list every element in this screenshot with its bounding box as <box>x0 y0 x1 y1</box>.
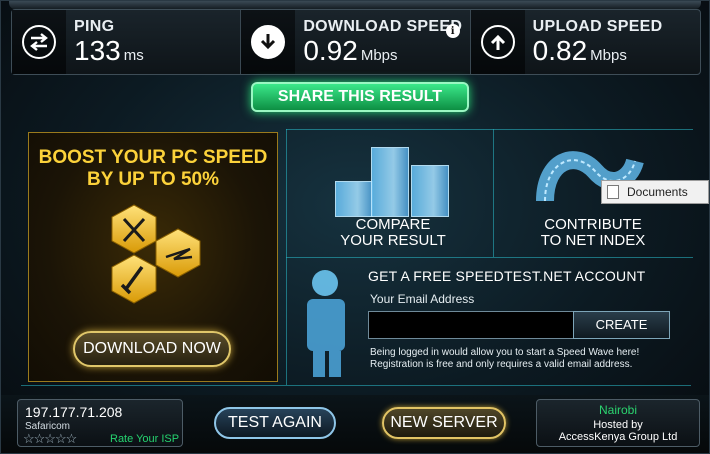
grid-divider <box>286 129 693 130</box>
account-signup-panel: GET A FREE SPEEDTEST.NET ACCOUNT Your Em… <box>295 259 695 383</box>
download-stat: DOWNLOAD SPEED 0.92 Mbps i <box>241 10 471 74</box>
rate-isp-link[interactable]: Rate Your ISP <box>110 433 179 445</box>
contribute-caption: CONTRIBUTE TO NET INDEX <box>495 217 691 249</box>
download-text: DOWNLOAD SPEED 0.92 Mbps <box>295 18 462 67</box>
email-field[interactable] <box>368 311 574 339</box>
download-now-button[interactable]: DOWNLOAD NOW <box>73 331 231 367</box>
grid-divider <box>21 385 691 386</box>
upload-unit: Mbps <box>590 46 627 64</box>
account-note: Being logged in would allow you to start… <box>370 347 639 371</box>
stats-bar: PING 133 ms DOWNLOAD SPEED 0.92 Mbps i U… <box>11 9 701 75</box>
upload-value: 0.82 <box>532 34 588 66</box>
server-city: Nairobi <box>598 403 637 417</box>
tools-hexagon-icon <box>111 204 201 304</box>
ip-address: 197.177.71.208 <box>25 404 123 420</box>
compare-caption-line1: COMPARE <box>355 216 431 233</box>
upload-stat: UPLOAD SPEED 0.82 Mbps <box>470 10 700 74</box>
download-unit: Mbps <box>360 46 398 64</box>
chart-bar-icon <box>411 165 449 217</box>
download-label: DOWNLOAD SPEED <box>303 17 463 35</box>
new-server-button[interactable]: NEW SERVER <box>382 407 506 439</box>
hosted-by-label: Hosted by <box>593 419 643 431</box>
grid-divider <box>493 129 494 257</box>
documents-tooltip[interactable]: Documents <box>601 180 709 204</box>
documents-label: Documents <box>627 185 688 199</box>
create-account-button[interactable]: CREATE <box>573 311 670 339</box>
upload-icon-cell <box>470 10 525 74</box>
document-icon <box>607 185 619 199</box>
swap-arrows-icon <box>22 25 56 59</box>
boost-title-line1: BOOST YOUR PC SPEED <box>38 147 268 168</box>
download-arrow-icon <box>251 25 286 59</box>
download-icon-cell <box>241 10 296 74</box>
compare-caption-line2: YOUR RESULT <box>340 232 446 249</box>
compare-caption: COMPARE YOUR RESULT <box>295 217 491 249</box>
boost-title-line2: BY UP TO 50% <box>86 169 219 190</box>
account-title: GET A FREE SPEEDTEST.NET ACCOUNT <box>368 268 646 284</box>
download-arrow-svg <box>261 34 276 50</box>
account-note-line2: Registration is free and only requires a… <box>370 359 633 370</box>
server-info: Nairobi Hosted by AccessKenya Group Ltd <box>536 399 700 447</box>
boost-title: BOOST YOUR PC SPEED BY UP TO 50% <box>29 147 277 191</box>
ping-label: PING <box>74 17 115 35</box>
chart-bar-icon <box>371 147 409 217</box>
ping-unit: ms <box>123 46 144 64</box>
account-note-line1: Being logged in would allow you to start… <box>370 347 640 358</box>
download-value: 0.92 <box>303 34 358 66</box>
upload-arrow-icon <box>480 25 515 59</box>
host-name: AccessKenya Group Ltd <box>558 431 678 443</box>
chart-bar-icon <box>335 181 373 217</box>
share-result-button[interactable]: SHARE THIS RESULT <box>251 82 469 112</box>
ping-icon-cell <box>12 10 66 74</box>
email-label: Your Email Address <box>370 292 475 306</box>
contribute-caption-line2: TO NET INDEX <box>540 232 646 249</box>
compare-result-tile[interactable]: COMPARE YOUR RESULT <box>295 131 491 257</box>
isp-info: 197.177.71.208 Safaricom ☆☆☆☆☆ Rate Your… <box>17 399 183 447</box>
ping-stat: PING 133 ms <box>12 10 242 74</box>
test-again-button[interactable]: TEST AGAIN <box>214 407 336 439</box>
ping-text: PING 133 ms <box>66 18 144 67</box>
info-icon[interactable]: i <box>445 24 460 38</box>
upload-text: UPLOAD SPEED 0.82 Mbps <box>525 18 663 67</box>
ping-value: 133 <box>74 34 121 66</box>
speedtest-frame: PING 133 ms DOWNLOAD SPEED 0.92 Mbps i U… <box>0 0 710 454</box>
rating-stars-icon[interactable]: ☆☆☆☆☆ <box>23 431 77 447</box>
upload-label: UPLOAD SPEED <box>532 17 663 35</box>
upload-arrow-svg <box>490 34 505 50</box>
grid-divider <box>286 257 693 258</box>
swap-arrows-svg <box>30 33 48 51</box>
contribute-caption-line1: CONTRIBUTE <box>544 216 642 233</box>
boost-pc-ad[interactable]: BOOST YOUR PC SPEED BY UP TO 50% DOWNLOA… <box>28 132 278 382</box>
